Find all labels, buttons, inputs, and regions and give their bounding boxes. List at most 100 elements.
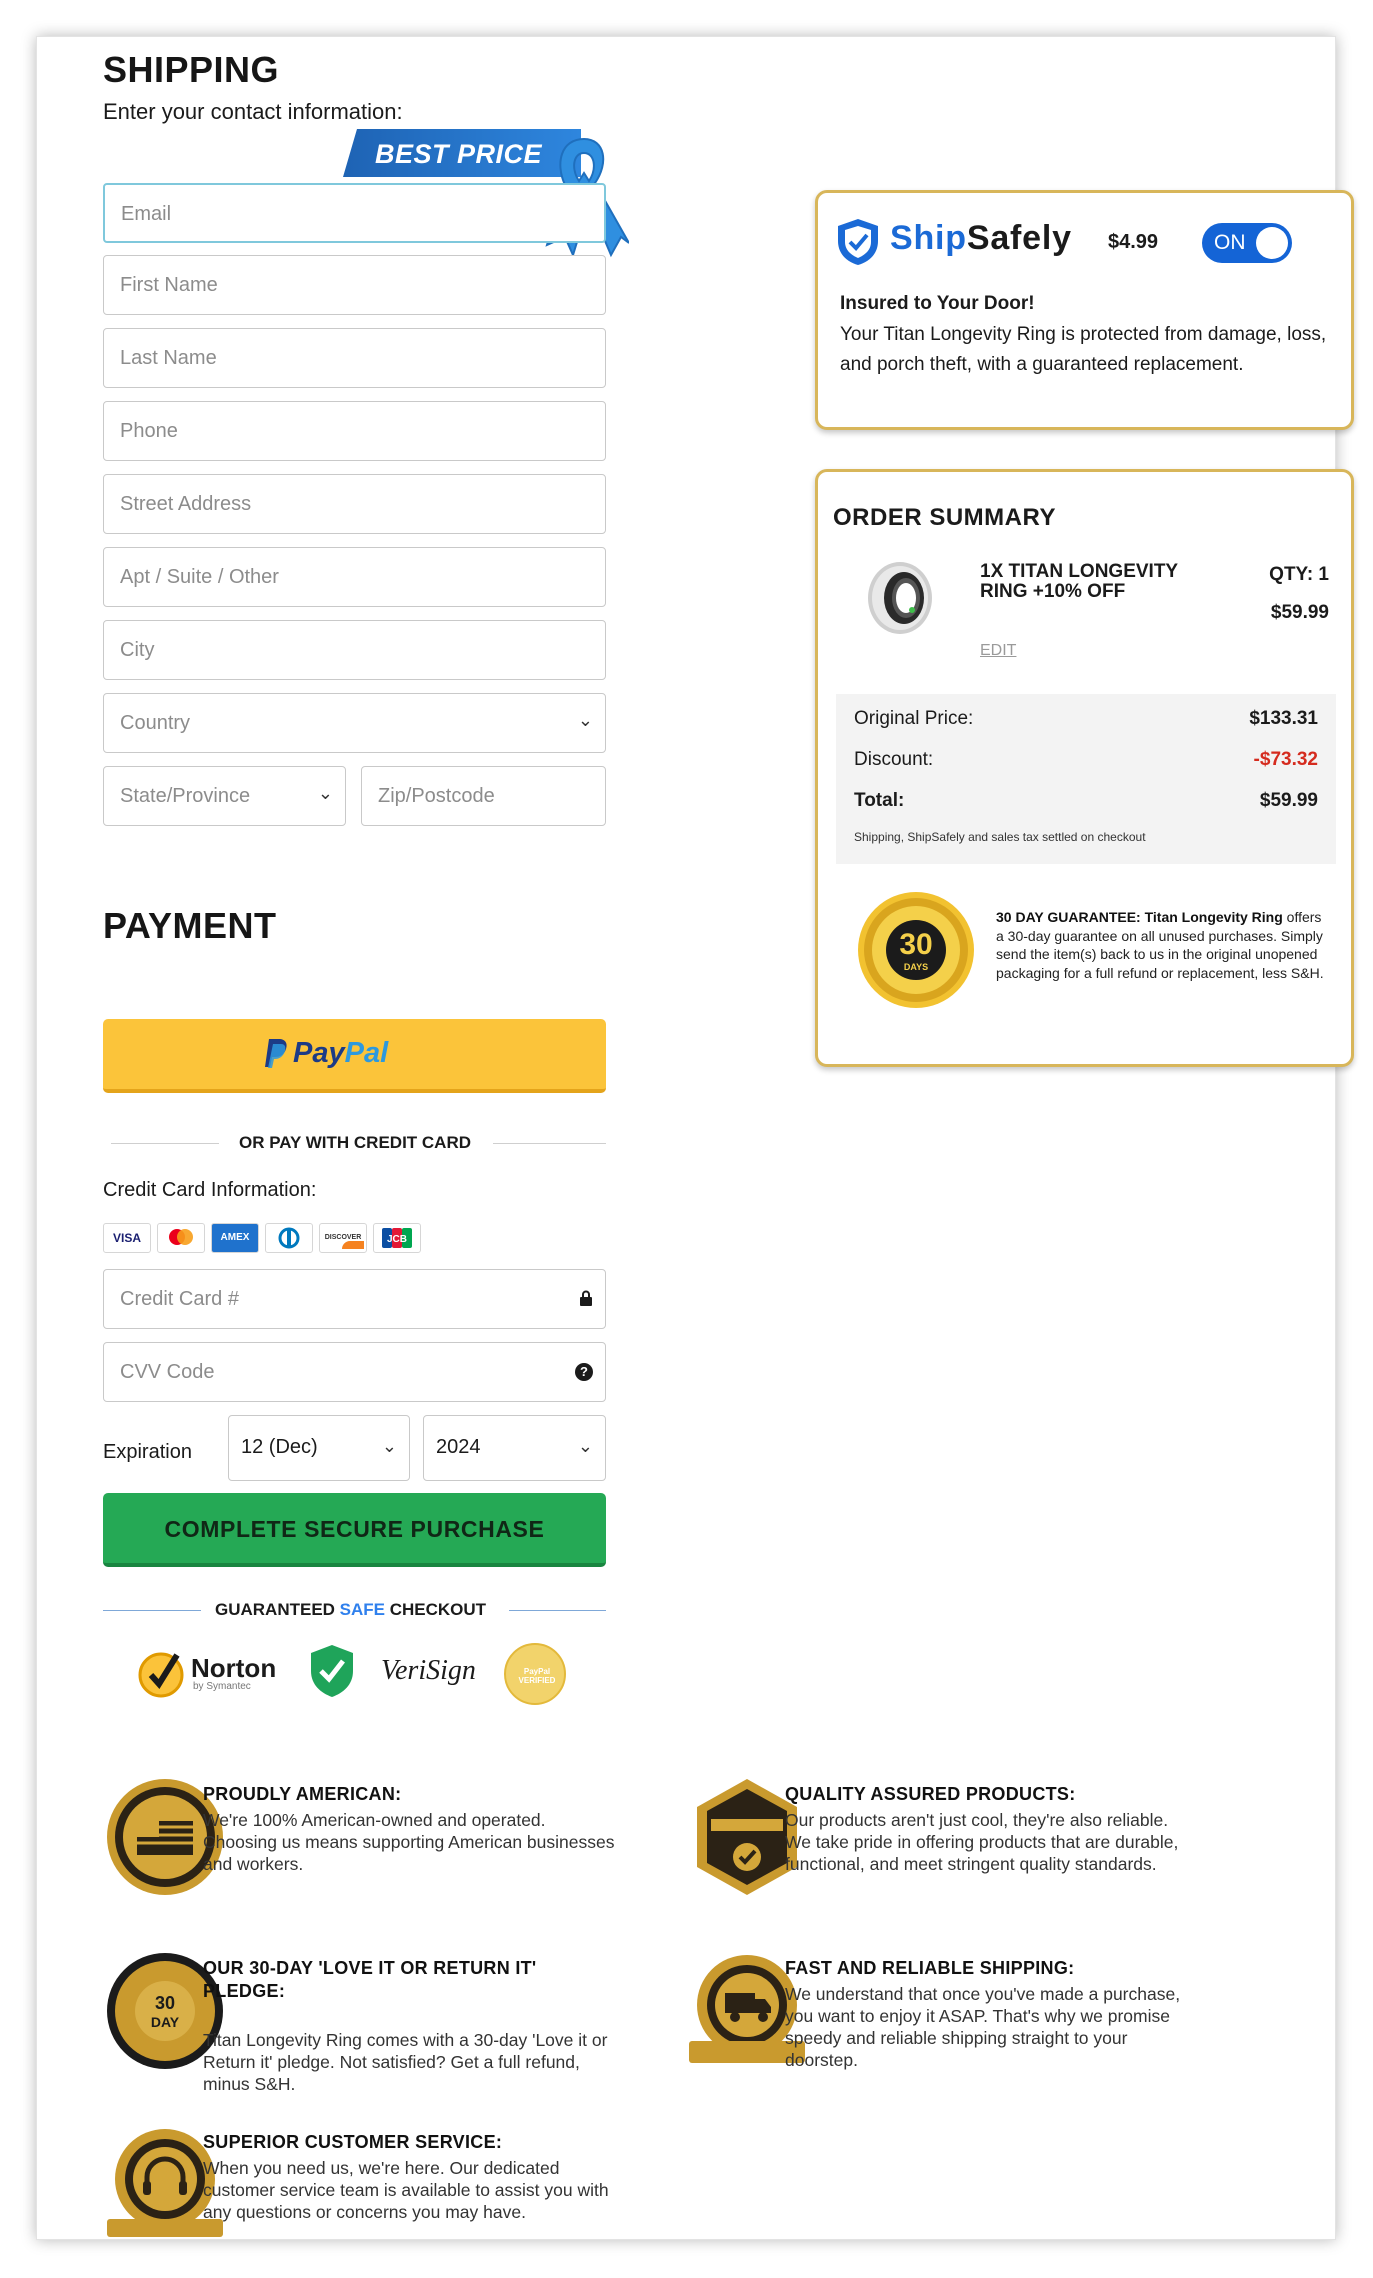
- first-name-placeholder: First Name: [120, 274, 218, 296]
- svg-text:DAY: DAY: [151, 2014, 180, 2030]
- toggle-label: ON: [1214, 231, 1246, 254]
- discover-icon: DISCOVER: [319, 1223, 367, 1253]
- guarantee-text: 30 DAY GUARANTEE: Titan Longevity Ring o…: [996, 909, 1324, 981]
- exp-year-select[interactable]: 2024 ⌄: [423, 1415, 606, 1481]
- svg-text:JCB: JCB: [387, 1234, 407, 1245]
- tax-note: Shipping, ShipSafely and sales tax settl…: [854, 830, 1146, 844]
- help-icon[interactable]: ?: [575, 1363, 593, 1381]
- last-name-placeholder: Last Name: [120, 347, 217, 369]
- cvv-placeholder: CVV Code: [120, 1361, 215, 1383]
- ring-product-image: [868, 562, 932, 634]
- card-logos: VISA AMEX DISCOVER JCB: [103, 1223, 421, 1253]
- street-placeholder: Street Address: [120, 493, 252, 515]
- product-qty: QTY: 1: [1269, 564, 1329, 585]
- email-field[interactable]: Email: [103, 183, 606, 243]
- city-field[interactable]: City: [103, 620, 606, 680]
- guaranteed-safe-checkout-label: GUARANTEED SAFE CHECKOUT: [215, 1600, 487, 1619]
- svg-text:DAYS: DAYS: [904, 962, 928, 972]
- best-price-label: BEST PRICE: [375, 139, 543, 169]
- order-summary-title: ORDER SUMMARY: [833, 504, 1056, 531]
- payment-title: PAYMENT: [103, 905, 277, 946]
- paypal-icon: [265, 1039, 287, 1068]
- first-name-field[interactable]: First Name: [103, 255, 606, 315]
- discount-row: Discount: -$73.32: [854, 749, 1318, 770]
- order-summary-box: ORDER SUMMARY 1X TITAN LONGEVITY RING +1…: [815, 469, 1354, 1067]
- or-pay-label: OR PAY WITH CREDIT CARD: [238, 1133, 472, 1152]
- phone-placeholder: Phone: [120, 420, 178, 442]
- exp-month-select[interactable]: 12 (Dec) ⌄: [228, 1415, 410, 1481]
- feature-text: We understand that once you've made a pu…: [785, 1984, 1181, 2070]
- shield-check-icon: [838, 219, 878, 265]
- visa-icon: VISA: [103, 1223, 151, 1253]
- zip-placeholder: Zip/Postcode: [378, 785, 495, 807]
- feature-title: QUALITY ASSURED PRODUCTS:: [785, 1784, 1076, 1804]
- complete-purchase-button[interactable]: COMPLETE SECURE PURCHASE: [103, 1493, 606, 1567]
- paypal-verified-icon: PayPal VERIFIED: [504, 1643, 566, 1705]
- state-placeholder: State/Province: [120, 785, 251, 807]
- chevron-down-icon: ⌄: [577, 1436, 593, 1456]
- feature-text: We're 100% American-owned and operated. …: [203, 1810, 615, 1874]
- exp-year-value: 2024: [436, 1436, 481, 1458]
- trust-badges: Norton by Symantec VeriSign PayPal VERIF…: [137, 1637, 577, 1707]
- feature-title: OUR 30-DAY 'LOVE IT OR RETURN IT' PLEDGE…: [203, 1958, 537, 2001]
- feature-text: Titan Longevity Ring comes with a 30-day…: [203, 2030, 608, 2094]
- expiration-label: Expiration: [103, 1441, 192, 1463]
- street-address-field[interactable]: Street Address: [103, 474, 606, 534]
- product-name: 1X TITAN LONGEVITY RING +10% OFF: [980, 561, 1178, 602]
- chevron-down-icon: ⌄: [317, 783, 333, 803]
- shipsafely-toggle[interactable]: ON: [1202, 223, 1292, 263]
- email-placeholder: Email: [121, 203, 172, 225]
- security-shield-icon: [311, 1645, 353, 1697]
- total-row: Total: $59.99: [854, 790, 1318, 811]
- feature-text: When you need us, we're here. Our dedica…: [203, 2158, 609, 2222]
- original-price-row: Original Price: $133.31: [854, 708, 1318, 729]
- jcb-icon: JCB: [373, 1223, 421, 1253]
- amex-icon: AMEX: [211, 1223, 259, 1253]
- divider: [509, 1610, 606, 1611]
- city-placeholder: City: [120, 639, 155, 661]
- diners-icon: [265, 1223, 313, 1253]
- shipsafely-description: Your Titan Longevity Ring is protected f…: [840, 324, 1327, 375]
- divider: [103, 1610, 201, 1611]
- shipsafely-heading: Insured to Your Door!: [840, 293, 1035, 314]
- toggle-knob: [1256, 227, 1288, 259]
- feature-text: Our products aren't just cool, they're a…: [785, 1810, 1179, 1874]
- mastercard-icon: [157, 1223, 205, 1253]
- norton-sub-label: by Symantec: [193, 1681, 251, 1692]
- shipping-title: SHIPPING: [103, 49, 280, 90]
- cc-info-label: Credit Card Information:: [103, 1179, 317, 1201]
- norton-label: Norton: [191, 1653, 277, 1683]
- paypal-logo: PayPal: [293, 1037, 389, 1069]
- edit-link[interactable]: EDIT: [980, 642, 1016, 660]
- checkout-page: SHIPPING Enter your contact information:…: [36, 36, 1354, 2240]
- cvv-field[interactable]: CVV Code ?: [103, 1342, 606, 1402]
- country-select[interactable]: Country ⌄: [103, 693, 606, 753]
- totals-panel: Original Price: $133.31 Discount: -$73.32 …: [836, 694, 1336, 864]
- paypal-button[interactable]: PayPal: [103, 1019, 606, 1093]
- feature-title: FAST AND RELIABLE SHIPPING:: [785, 1958, 1075, 1978]
- zip-field[interactable]: Zip/Postcode: [361, 766, 606, 826]
- lock-icon: [580, 1290, 592, 1306]
- credit-card-number-field[interactable]: Credit Card #: [103, 1269, 606, 1329]
- card-number-placeholder: Credit Card #: [120, 1288, 239, 1310]
- chevron-down-icon: ⌄: [577, 710, 593, 730]
- feature-title: PROUDLY AMERICAN:: [203, 1784, 402, 1804]
- state-select[interactable]: State/Province ⌄: [103, 766, 346, 826]
- apt-suite-field[interactable]: Apt / Suite / Other: [103, 547, 606, 607]
- shipsafely-price: $4.99: [1108, 231, 1159, 253]
- apt-placeholder: Apt / Suite / Other: [120, 566, 279, 588]
- money-back-seal-icon: 30 DAYS: [858, 892, 974, 1008]
- feature-title: SUPERIOR CUSTOMER SERVICE:: [203, 2132, 503, 2152]
- exp-month-value: 12 (Dec): [241, 1436, 318, 1458]
- chevron-down-icon: ⌄: [381, 1436, 397, 1456]
- product-price: $59.99: [1270, 602, 1329, 623]
- last-name-field[interactable]: Last Name: [103, 328, 606, 388]
- contact-subtitle: Enter your contact information:: [103, 99, 403, 124]
- phone-field[interactable]: Phone: [103, 401, 606, 461]
- shipsafely-logo: ShipSafely: [890, 219, 1072, 257]
- country-placeholder: Country: [120, 712, 191, 734]
- verisign-label: VeriSign: [381, 1655, 476, 1686]
- svg-text:30: 30: [155, 1993, 175, 2013]
- norton-check-icon: [138, 1652, 184, 1698]
- svg-text:30: 30: [899, 928, 932, 961]
